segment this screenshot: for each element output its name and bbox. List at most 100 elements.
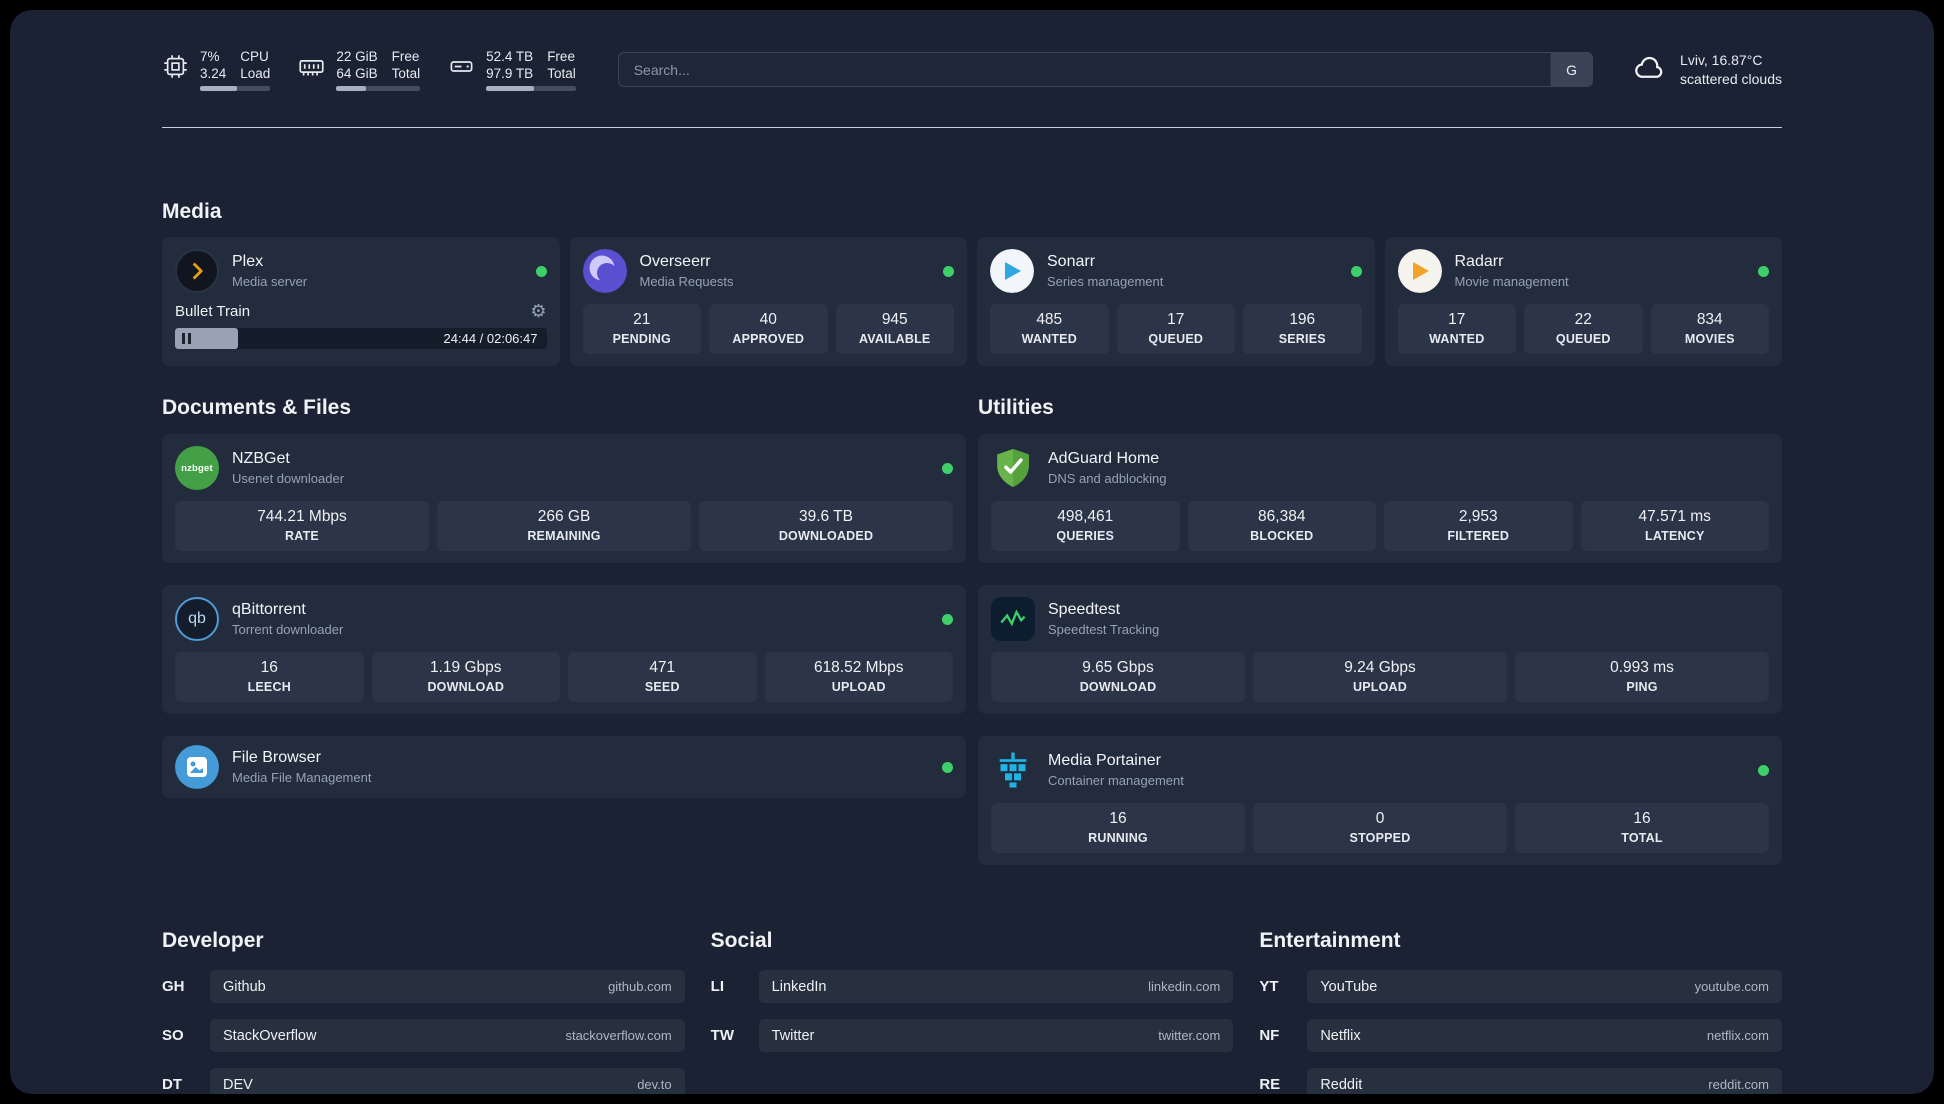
- app-card-filebrowser[interactable]: File Browser Media File Management: [162, 736, 966, 798]
- app-subtitle: Media Requests: [639, 274, 734, 289]
- link-stackoverflow[interactable]: StackOverflow stackoverflow.com: [210, 1019, 685, 1052]
- weather-condition: scattered clouds: [1680, 70, 1782, 87]
- memory-stats: 22 GiB 64 GiB Free Total: [298, 48, 421, 91]
- section-title-developer: Developer: [162, 929, 264, 952]
- cpu-stats: 7% 3.24 CPU Load: [162, 48, 271, 91]
- section-title-utilities: Utilities: [978, 396, 1054, 419]
- stat-tile: 21 PENDING: [582, 304, 701, 354]
- link-github[interactable]: Github github.com: [210, 970, 685, 1003]
- app-name: Speedtest: [1048, 601, 1121, 618]
- radarr-icon: [1397, 249, 1442, 293]
- pause-icon[interactable]: [182, 333, 191, 344]
- app-subtitle: Usenet downloader: [232, 471, 345, 486]
- app-card-sonarr[interactable]: Sonarr Series management 485 WANTED 17 Q…: [977, 237, 1375, 366]
- search-engine-button[interactable]: G: [1550, 53, 1593, 86]
- memory-values: 22 GiB 64 GiB: [336, 48, 377, 82]
- stat-tile: 945 AVAILABLE: [835, 304, 954, 354]
- stat-tile: 485 WANTED: [990, 304, 1109, 354]
- search-input[interactable]: [618, 53, 1551, 86]
- status-dot: [1758, 265, 1769, 277]
- app-name: qBittorrent: [232, 601, 306, 618]
- link-row-twitter: TW Twitter twitter.com: [711, 1019, 1234, 1052]
- link-tag: SO: [162, 1027, 184, 1044]
- memory-labels: Free Total: [391, 49, 421, 81]
- cpu-labels: CPU Load: [240, 49, 271, 81]
- section-title-entertainment: Entertainment: [1259, 929, 1401, 952]
- section-social: Social LI LinkedIn linkedin.com TW Twitt…: [711, 929, 1234, 1094]
- cpu-percent: 7%: [200, 49, 220, 64]
- weather-widget: Lviv, 16.87°C scattered clouds: [1633, 51, 1782, 89]
- link-youtube[interactable]: YouTube youtube.com: [1307, 970, 1782, 1003]
- topbar: 7% 3.24 CPU Load 22 GiB 64 GiB Free Tota…: [162, 48, 1782, 91]
- memory-usage-bar: [336, 86, 421, 91]
- link-tag: DT: [162, 1076, 182, 1093]
- link-tag: YT: [1259, 978, 1279, 995]
- app-name: Overseerr: [639, 253, 711, 270]
- link-row-dev: DT DEV dev.to: [162, 1068, 685, 1094]
- qbittorrent-icon: qb: [175, 597, 219, 641]
- sonarr-icon: [990, 249, 1034, 293]
- section-media: Media Plex Media server Bullet Train ⚙ 2…: [162, 200, 1782, 366]
- disk-values: 52.4 TB 97.9 TB: [486, 48, 533, 82]
- stat-tile: 2,953 FILTERED: [1384, 501, 1573, 551]
- app-card-plex[interactable]: Plex Media server Bullet Train ⚙ 24:44 /…: [162, 237, 560, 366]
- link-row-stackoverflow: SO StackOverflow stackoverflow.com: [162, 1019, 685, 1052]
- section-documents: Documents & Files nzbget NZBGet Usenet d…: [162, 396, 966, 865]
- status-dot: [943, 265, 954, 277]
- app-subtitle: Movie management: [1454, 274, 1569, 289]
- playback-time: 24:44 / 02:06:47: [443, 331, 538, 346]
- stat-tile: 9.65 Gbps DOWNLOAD: [991, 652, 1245, 702]
- adguard-icon: [991, 446, 1035, 490]
- app-subtitle: Torrent downloader: [232, 622, 344, 637]
- link-tag: RE: [1259, 1076, 1281, 1093]
- speedtest-icon: [991, 597, 1035, 641]
- link-twitter[interactable]: Twitter twitter.com: [758, 1019, 1234, 1052]
- dashboard-page: 7% 3.24 CPU Load 22 GiB 64 GiB Free Tota…: [10, 10, 1934, 1094]
- stat-tile: 22 QUEUED: [1524, 304, 1643, 354]
- link-linkedin[interactable]: LinkedIn linkedin.com: [758, 970, 1234, 1003]
- app-card-radarr[interactable]: Radarr Movie management 17 WANTED 22 QUE…: [1384, 237, 1782, 366]
- stat-tile: 834 MOVIES: [1650, 304, 1769, 354]
- stat-tile: 47.571 ms LATENCY: [1580, 501, 1769, 551]
- section-developer: Developer GH Github github.com SO StackO…: [162, 929, 685, 1094]
- memory-total: 64 GiB: [336, 66, 378, 81]
- gear-icon[interactable]: ⚙: [530, 302, 546, 320]
- app-subtitle: Container management: [1048, 773, 1184, 788]
- status-dot: [942, 613, 953, 625]
- playback-progress-bar[interactable]: 24:44 / 02:06:47: [175, 328, 547, 349]
- app-card-overseerr[interactable]: Overseerr Media Requests 21 PENDING 40 A…: [569, 237, 967, 366]
- stat-tile: 498,461 QUERIES: [991, 501, 1180, 551]
- cpu-chip-icon: [162, 53, 189, 85]
- link-reddit[interactable]: Reddit reddit.com: [1307, 1068, 1782, 1094]
- section-entertainment: Entertainment YT YouTube youtube.com NF …: [1259, 929, 1782, 1094]
- app-card-speedtest[interactable]: Speedtest Speedtest Tracking 9.65 Gbps D…: [978, 585, 1782, 714]
- link-dev[interactable]: DEV dev.to: [210, 1068, 685, 1094]
- stat-tile: 0.993 ms PING: [1515, 652, 1769, 702]
- app-card-adguard[interactable]: AdGuard Home DNS and adblocking 498,461 …: [978, 434, 1782, 563]
- app-name: Radarr: [1454, 253, 1504, 270]
- disk-free: 52.4 TB: [486, 49, 534, 64]
- stat-tile: 1.19 Gbps DOWNLOAD: [371, 652, 560, 702]
- section-title-social: Social: [710, 929, 773, 952]
- stat-tile: 17 QUEUED: [1116, 304, 1235, 354]
- link-tag: TW: [710, 1027, 734, 1044]
- app-subtitle: DNS and adblocking: [1048, 471, 1167, 486]
- app-subtitle: Media server: [232, 274, 308, 289]
- app-name: File Browser: [232, 749, 321, 766]
- section-title-media: Media: [162, 200, 222, 223]
- link-netflix[interactable]: Netflix netflix.com: [1307, 1019, 1782, 1052]
- stat-tile: 266 GB REMAINING: [437, 501, 691, 551]
- stat-tile: 40 APPROVED: [709, 304, 828, 354]
- app-name: NZBGet: [232, 450, 290, 467]
- stat-tile: 17 WANTED: [1397, 304, 1516, 354]
- section-title-documents: Documents & Files: [162, 396, 352, 419]
- overseerr-icon: [582, 249, 627, 293]
- stat-tile: 196 SERIES: [1243, 304, 1362, 354]
- disk-labels: Free Total: [547, 49, 576, 81]
- app-card-portainer[interactable]: Media Portainer Container management 16 …: [978, 736, 1782, 865]
- status-dot: [1350, 265, 1362, 277]
- stat-tile: 0 STOPPED: [1253, 803, 1507, 853]
- app-card-qbittorrent[interactable]: qb qBittorrent Torrent downloader 16 LEE…: [162, 585, 966, 714]
- disk-icon: [448, 53, 475, 85]
- app-card-nzbget[interactable]: nzbget NZBGet Usenet downloader 744.21 M…: [162, 434, 966, 563]
